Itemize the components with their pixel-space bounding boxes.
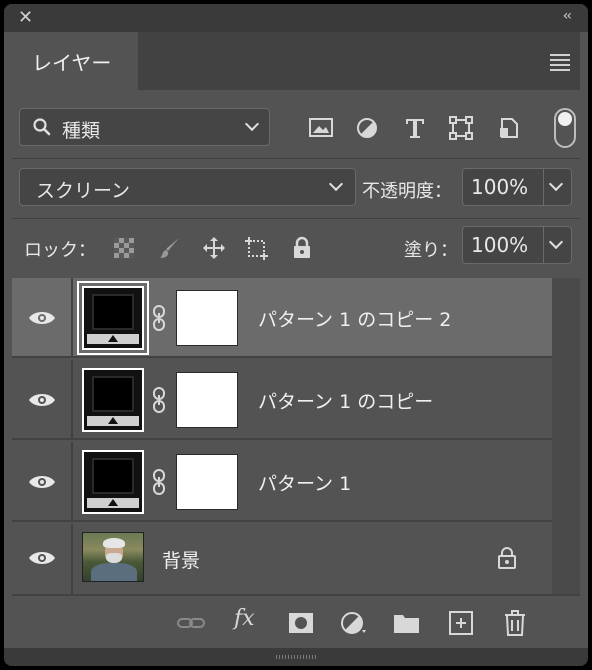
divider (12, 158, 580, 159)
chevron-down-icon[interactable] (548, 234, 564, 250)
adjustment-filter-icon[interactable] (354, 116, 380, 140)
layer-name[interactable]: パターン 1 のコピー 2 (258, 305, 451, 332)
link-icon[interactable] (152, 468, 168, 496)
chevron-down-icon (244, 116, 260, 132)
visibility-toggle[interactable] (12, 278, 73, 356)
visibility-toggle[interactable] (12, 442, 73, 520)
layer-row[interactable]: パターン 1 のコピー 2 (12, 278, 552, 358)
collapse-icon[interactable]: ‹‹ (563, 8, 572, 24)
layer-name[interactable]: パターン 1 のコピー (258, 387, 433, 414)
tab-strip: レイヤー (12, 32, 580, 90)
image-filter-icon[interactable] (308, 116, 334, 140)
lock-position-icon[interactable] (202, 236, 226, 260)
layer-name[interactable]: パターン 1 (258, 469, 351, 496)
eye-icon[interactable] (28, 474, 56, 490)
background-photo-thumbnail[interactable] (82, 532, 144, 582)
layer-mask-thumbnail[interactable] (176, 290, 238, 346)
lock-transparent-icon[interactable] (112, 236, 136, 260)
adjustment-layer-icon[interactable] (338, 610, 368, 636)
tab-layers[interactable]: レイヤー (12, 32, 138, 90)
title-bar: ✕ ‹‹ (4, 4, 588, 32)
eye-icon[interactable] (28, 550, 56, 566)
chevron-down-icon[interactable] (548, 176, 564, 192)
filter-kind-select[interactable]: 種類 (19, 108, 270, 146)
lock-label: ロック： (24, 240, 96, 261)
scrollbar[interactable] (552, 278, 580, 594)
layer-thumbnail[interactable] (82, 286, 144, 350)
layer-list: パターン 1 のコピー 2 パターン 1 のコピー パターン 1 背景 (12, 278, 552, 594)
shape-filter-icon[interactable] (448, 116, 474, 140)
visibility-toggle[interactable] (12, 360, 73, 438)
chevron-down-icon (328, 176, 344, 192)
eye-icon[interactable] (28, 392, 56, 408)
fill-label: 塗り： (404, 240, 458, 261)
opacity-value[interactable]: 100% (471, 175, 528, 199)
layer-row[interactable]: パターン 1 のコピー (12, 360, 552, 440)
layers-panel: ✕ ‹‹ レイヤー 種類 スクリーン 不透明度： 100% ロック： 塗り： 1… (4, 4, 588, 666)
filter-kind-label: 種類 (62, 120, 101, 142)
visibility-toggle[interactable] (12, 524, 73, 594)
divider (12, 218, 580, 219)
layer-mask-thumbnail[interactable] (176, 372, 238, 428)
lock-all-icon[interactable] (290, 236, 314, 260)
fill-value[interactable]: 100% (471, 233, 528, 257)
delete-layer-icon[interactable] (500, 610, 530, 636)
opacity-label: 不透明度： (362, 181, 452, 202)
layer-mask-thumbnail[interactable] (176, 454, 238, 510)
blend-mode-select[interactable]: スクリーン (19, 168, 356, 206)
link-layers-icon[interactable] (176, 610, 206, 636)
layer-row-background[interactable]: 背景 (12, 524, 552, 594)
type-filter-icon[interactable] (402, 116, 428, 140)
eye-icon[interactable] (28, 310, 56, 326)
opacity-field[interactable]: 100% (462, 168, 572, 206)
link-icon[interactable] (152, 304, 168, 332)
layer-thumbnail[interactable] (82, 368, 144, 432)
lock-artboard-icon[interactable] (244, 236, 268, 260)
fx-icon[interactable]: fx (234, 606, 255, 631)
new-layer-icon[interactable] (446, 610, 476, 636)
search-icon (33, 118, 51, 136)
add-mask-icon[interactable] (286, 610, 316, 636)
filter-toggle[interactable] (554, 108, 576, 148)
panel-content: 種類 スクリーン 不透明度： 100% ロック： 塗り： 100% パターン 1… (12, 90, 580, 648)
new-group-icon[interactable] (392, 610, 422, 636)
lock-icon[interactable] (496, 546, 518, 570)
layer-thumbnail[interactable] (82, 450, 144, 514)
panel-menu-icon[interactable] (550, 54, 570, 74)
tab-layers-label: レイヤー (32, 51, 112, 75)
fill-field[interactable]: 100% (462, 226, 572, 264)
layer-row[interactable]: パターン 1 (12, 442, 552, 522)
layers-footer: fx (12, 594, 580, 648)
smart-object-filter-icon[interactable] (496, 116, 522, 140)
link-icon[interactable] (152, 386, 168, 414)
blend-mode-value: スクリーン (36, 180, 131, 202)
resize-grip[interactable] (4, 648, 588, 666)
close-icon[interactable]: ✕ (18, 7, 33, 29)
lock-pixels-icon[interactable] (158, 236, 182, 260)
filter-toggle-knob (558, 112, 572, 126)
layer-name[interactable]: 背景 (162, 546, 200, 573)
